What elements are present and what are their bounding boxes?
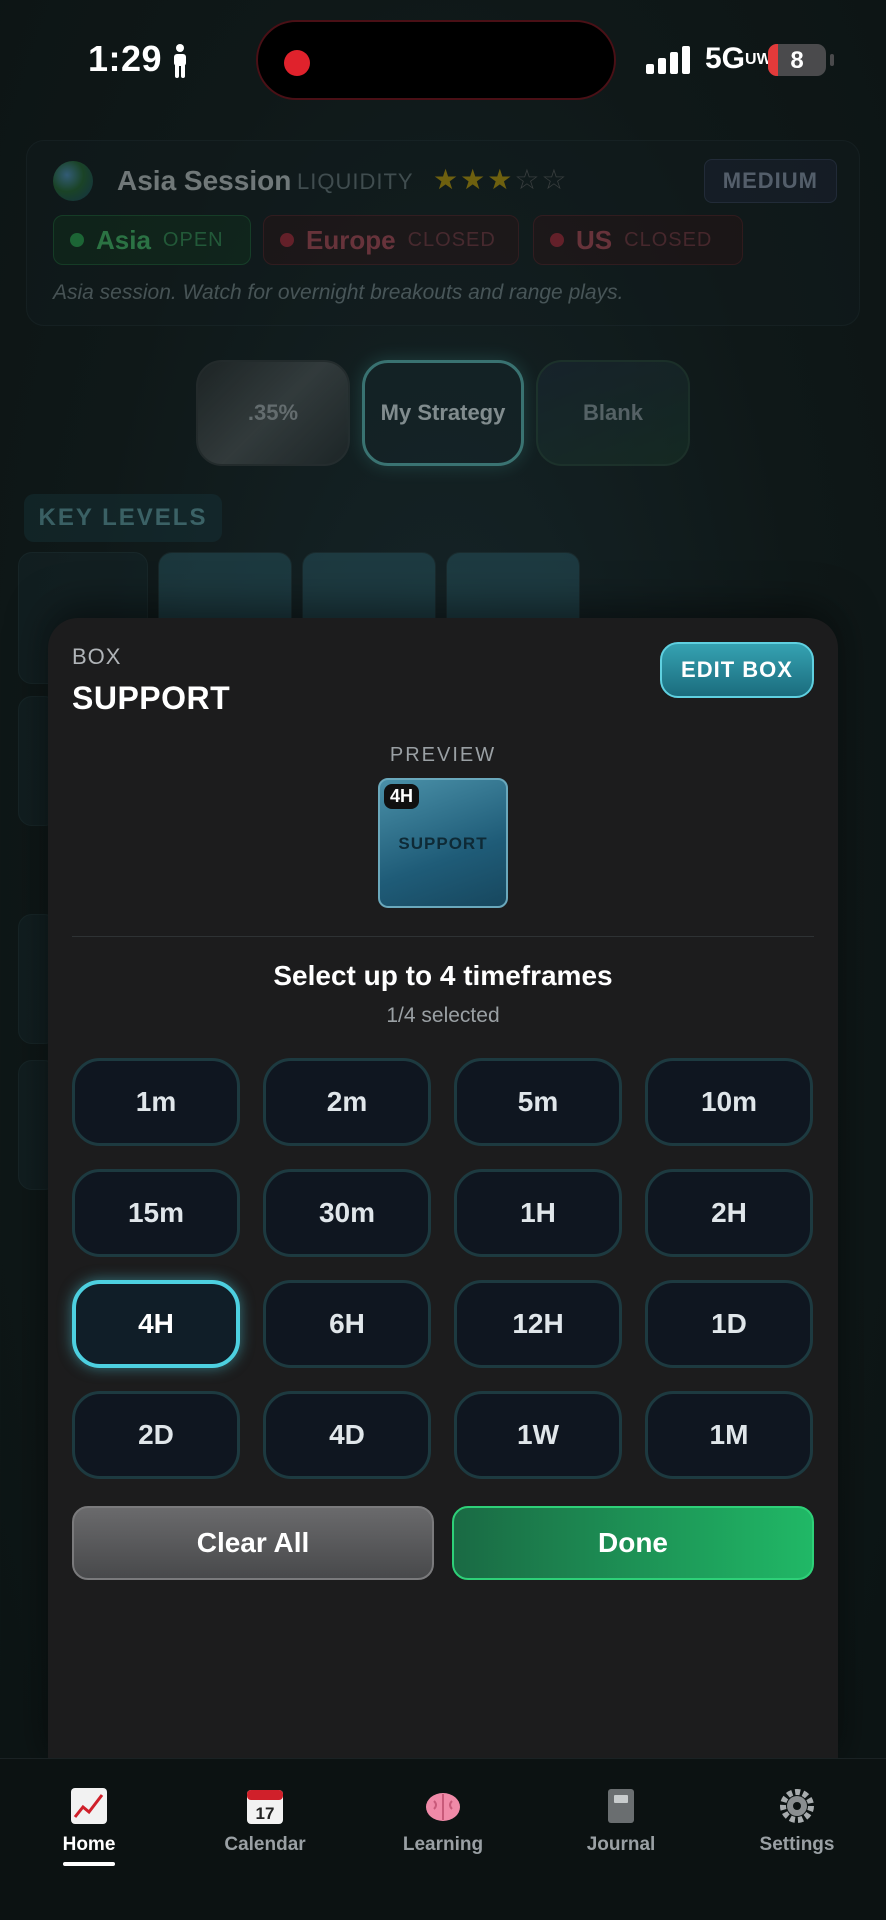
tab-journal[interactable]: Journal	[556, 1787, 686, 1856]
edit-box-button[interactable]: EDIT BOX	[660, 642, 814, 698]
timeframe-button-2h[interactable]: 2H	[645, 1169, 813, 1257]
edit-box-sheet: BOX SUPPORT EDIT BOX PREVIEW 4H SUPPORT …	[48, 618, 838, 1768]
timeframe-button-2m[interactable]: 2m	[263, 1058, 431, 1146]
timeframe-button-6h[interactable]: 6H	[263, 1280, 431, 1368]
timeframe-button-1d[interactable]: 1D	[645, 1280, 813, 1368]
calendar-icon: 17	[247, 1790, 283, 1824]
strategy-button-my-strategy[interactable]: My Strategy	[362, 360, 524, 466]
signal-icon	[646, 46, 690, 74]
tab-learning[interactable]: Learning	[378, 1787, 508, 1856]
battery-icon: 8	[768, 44, 826, 76]
dynamic-island[interactable]	[256, 20, 616, 100]
globe-icon	[53, 161, 93, 201]
select-title: Select up to 4 timeframes	[273, 960, 613, 991]
session-title: Asia Session	[117, 165, 292, 196]
timeframe-button-12h[interactable]: 12H	[454, 1280, 622, 1368]
box-title: SUPPORT	[72, 680, 231, 716]
journal-icon	[608, 1789, 634, 1823]
strategy-button-blank[interactable]: Blank	[536, 360, 690, 466]
session-card: Asia Session LIQUIDITY ★★★☆☆ MEDIUM Asia…	[26, 140, 860, 326]
timeframe-button-4d[interactable]: 4D	[263, 1391, 431, 1479]
timeframe-button-4h[interactable]: 4H	[72, 1280, 240, 1368]
preview-timeframe-badge: 4H	[384, 784, 420, 809]
timeframe-button-1m[interactable]: 1m	[72, 1058, 240, 1146]
key-levels-header: KEY LEVELS	[24, 494, 222, 542]
strategy-button-35[interactable]: .35%	[196, 360, 350, 466]
tab-bar: Home 17 Calendar Learning Journal Settin…	[0, 1758, 886, 1920]
session-note: Asia session. Watch for overnight breako…	[53, 281, 624, 304]
status-dot-icon	[550, 233, 564, 247]
timeframe-button-1w[interactable]: 1W	[454, 1391, 622, 1479]
timeframe-button-30m[interactable]: 30m	[263, 1169, 431, 1257]
status-dot-icon	[70, 233, 84, 247]
recording-dot-icon	[284, 50, 310, 76]
status-bar: 1:29 5GUW 8	[0, 0, 886, 120]
timeframe-grid: 1m 2m 5m 10m 15m 30m 1H 2H 4H 6H 12H 1D …	[72, 1058, 814, 1479]
person-icon	[174, 44, 186, 78]
status-dot-icon	[280, 233, 294, 247]
timeframe-button-1mo[interactable]: 1M	[645, 1391, 813, 1479]
market-europe: Europe CLOSED	[263, 215, 519, 265]
timeframe-button-5m[interactable]: 5m	[454, 1058, 622, 1146]
tab-calendar[interactable]: 17 Calendar	[200, 1787, 330, 1856]
preview-label: PREVIEW	[389, 744, 497, 766]
svg-text:17: 17	[256, 1804, 275, 1823]
tab-home[interactable]: Home	[24, 1787, 154, 1866]
liquidity-level-badge: MEDIUM	[703, 159, 837, 203]
active-tab-indicator	[63, 1862, 115, 1866]
gear-icon	[780, 1789, 814, 1823]
timeframe-button-15m[interactable]: 15m	[72, 1169, 240, 1257]
tab-settings[interactable]: Settings	[732, 1787, 862, 1856]
market-us: US CLOSED	[533, 215, 743, 265]
status-time: 1:29	[88, 38, 163, 79]
market-asia: Asia OPEN	[53, 215, 251, 265]
timeframe-button-10m[interactable]: 10m	[645, 1058, 813, 1146]
done-button[interactable]: Done	[452, 1506, 814, 1580]
clear-all-button[interactable]: Clear All	[72, 1506, 434, 1580]
network-label: 5GUW	[705, 42, 772, 75]
timeframe-button-2d[interactable]: 2D	[72, 1391, 240, 1479]
brain-icon	[426, 1793, 460, 1821]
timeframe-button-1h[interactable]: 1H	[454, 1169, 622, 1257]
liquidity-stars: ★★★☆☆	[433, 164, 569, 195]
preview-box-name: SUPPORT	[398, 834, 488, 853]
liquidity-label: LIQUIDITY	[297, 169, 414, 194]
selection-count: 1/4 selected	[386, 1004, 500, 1027]
box-label: BOX	[72, 644, 122, 669]
divider	[72, 936, 814, 937]
preview-box: 4H SUPPORT	[378, 778, 508, 908]
chart-icon	[71, 1788, 107, 1824]
